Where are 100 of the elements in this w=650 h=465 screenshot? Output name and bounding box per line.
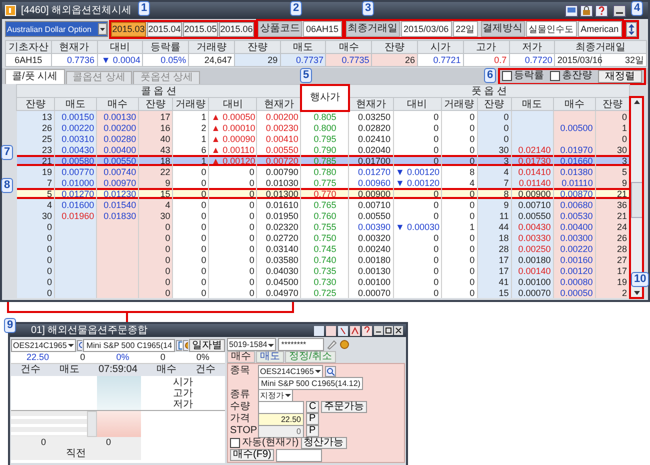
tab[interactable]: 매수	[227, 351, 255, 363]
column-header: 현재가	[256, 98, 301, 110]
table-cell: 0.7736	[51, 54, 98, 66]
tab[interactable]: 콜/풋 시세	[5, 69, 65, 84]
table-cell: 0.00160	[553, 254, 596, 265]
symbol-name-field: Mini S&P 500 C1965(14.12)	[258, 376, 364, 390]
table-cell: 36	[595, 199, 630, 210]
table-cell: 0.00680	[553, 199, 596, 210]
product-dropdown[interactable]: Australian Dollar Option	[5, 21, 108, 37]
quantity-field[interactable]	[258, 400, 304, 414]
tab[interactable]: 매도	[256, 351, 284, 363]
table-cell: 15	[477, 287, 512, 298]
table-cell: 0.02320	[256, 221, 301, 232]
table-cell: 0.01110	[553, 177, 596, 188]
gear-icon[interactable]	[339, 339, 350, 350]
month-button[interactable]: 2015.04	[147, 22, 182, 36]
table-cell: 0	[208, 221, 257, 232]
month-button[interactable]: 2015.05	[183, 22, 218, 36]
scrollbar[interactable]	[87, 411, 97, 437]
table-cell: 0	[441, 155, 478, 166]
price-label: 고가	[173, 388, 193, 398]
help-icon[interactable]	[595, 4, 608, 16]
column-header: 잔량	[234, 40, 280, 54]
column-header: 잔량	[372, 40, 418, 54]
month-button[interactable]: 2015.03	[111, 22, 146, 36]
table-cell: 0.01270	[348, 166, 394, 177]
order-type-dropdown[interactable]: 지정가	[258, 388, 293, 402]
days-remaining: 22일	[452, 21, 478, 37]
table-cell: 0.00070	[511, 287, 554, 298]
table-cell: 1	[595, 122, 630, 133]
table-cell: 0.00120	[553, 265, 596, 276]
search-icon[interactable]	[324, 366, 336, 376]
table-cell: 0.00550	[348, 210, 394, 221]
table-cell: 0	[393, 144, 442, 155]
rearrange-button[interactable]: 재정렬	[598, 70, 642, 82]
p-button[interactable]: P	[306, 413, 319, 425]
account-dropdown[interactable]: 5019-1584	[227, 338, 276, 351]
table-cell: 0	[441, 243, 478, 254]
table-cell: 22	[138, 166, 173, 177]
window-controls-icon[interactable]	[374, 326, 403, 335]
password-field[interactable]: ********	[278, 338, 324, 351]
stop-price-field[interactable]: 0	[258, 424, 304, 438]
product-code-field[interactable]: 06AH15	[303, 21, 342, 37]
table-cell: 0.00280	[96, 133, 139, 144]
table-cell: 0	[208, 276, 257, 287]
table-cell: 0	[393, 254, 442, 265]
table-cell: 0.00740	[96, 166, 139, 177]
table-cell: 15	[138, 188, 173, 199]
table-cell: 0	[393, 133, 442, 144]
table-cell: 0.00180	[348, 254, 394, 265]
table-cell: ▼ 0.00120	[393, 166, 442, 177]
checkbox[interactable]: 자동(현재가)	[230, 437, 299, 449]
lock-icon[interactable]	[580, 4, 593, 16]
input-field[interactable]	[276, 448, 322, 462]
checkbox[interactable]: 총잔량	[550, 70, 592, 82]
table-cell: 0.00400	[553, 221, 596, 232]
strike-cell: 0.790	[300, 144, 349, 155]
month-button[interactable]: 2015.06	[219, 22, 254, 36]
table-cell: 0.01230	[96, 188, 139, 199]
daily-button[interactable]: 일자별	[189, 338, 226, 352]
window-title: [4460] 해외옵션전체시세	[21, 4, 132, 16]
c-button[interactable]: C	[306, 401, 320, 413]
table-cell: 0	[138, 276, 173, 287]
table-cell: 17	[477, 265, 512, 276]
buy-button[interactable]: 매수(F9)	[230, 449, 274, 461]
field-label: 상품코드	[258, 21, 302, 37]
table-cell: 0.00710	[348, 199, 394, 210]
table-cell: 0.02140	[511, 144, 554, 155]
symbol-dropdown[interactable]: OES214C1965	[11, 338, 76, 352]
symbol-dropdown[interactable]: OES214C1965	[258, 364, 323, 378]
checkbox[interactable]: 등락률	[502, 70, 544, 82]
p-button[interactable]: P	[306, 425, 319, 437]
tab[interactable]: 정정/취소	[285, 351, 336, 363]
table-cell: 0	[172, 287, 209, 298]
table-cell: 0.00550	[511, 210, 554, 221]
scroll-thumb[interactable]	[630, 182, 642, 218]
table-cell: 0	[138, 221, 173, 232]
table-cell: 0.02410	[348, 133, 394, 144]
table-cell: 24,647	[188, 54, 234, 66]
table-cell: 0	[172, 210, 209, 221]
table-cell: 0.00410	[256, 133, 301, 144]
field-label: 종류	[230, 389, 251, 401]
price-field[interactable]: 22.50	[258, 412, 304, 426]
liquidate-button[interactable]: 청산가능	[300, 437, 347, 449]
table-cell: 0.7737	[280, 54, 326, 66]
table-cell: 0.00430	[511, 221, 554, 232]
table-cell: 26	[372, 54, 418, 66]
table-cell: 41	[477, 276, 512, 287]
table-cell: 0.00310	[54, 133, 97, 144]
table-cell: 0.00530	[553, 210, 596, 221]
table-cell: 0.7735	[326, 54, 372, 66]
strike-cell: 0.775	[300, 177, 349, 188]
table-cell: 0.00200	[96, 122, 139, 133]
minimize-icon[interactable]	[613, 4, 626, 16]
toolbar-icons-drawing[interactable]	[314, 326, 372, 336]
available-button[interactable]: 주문가능	[321, 401, 368, 413]
table-cell: 0.04500	[256, 276, 301, 287]
table-cell: 0	[16, 232, 55, 243]
column-header: 매수	[96, 98, 139, 110]
monitor-icon[interactable]	[565, 4, 578, 16]
